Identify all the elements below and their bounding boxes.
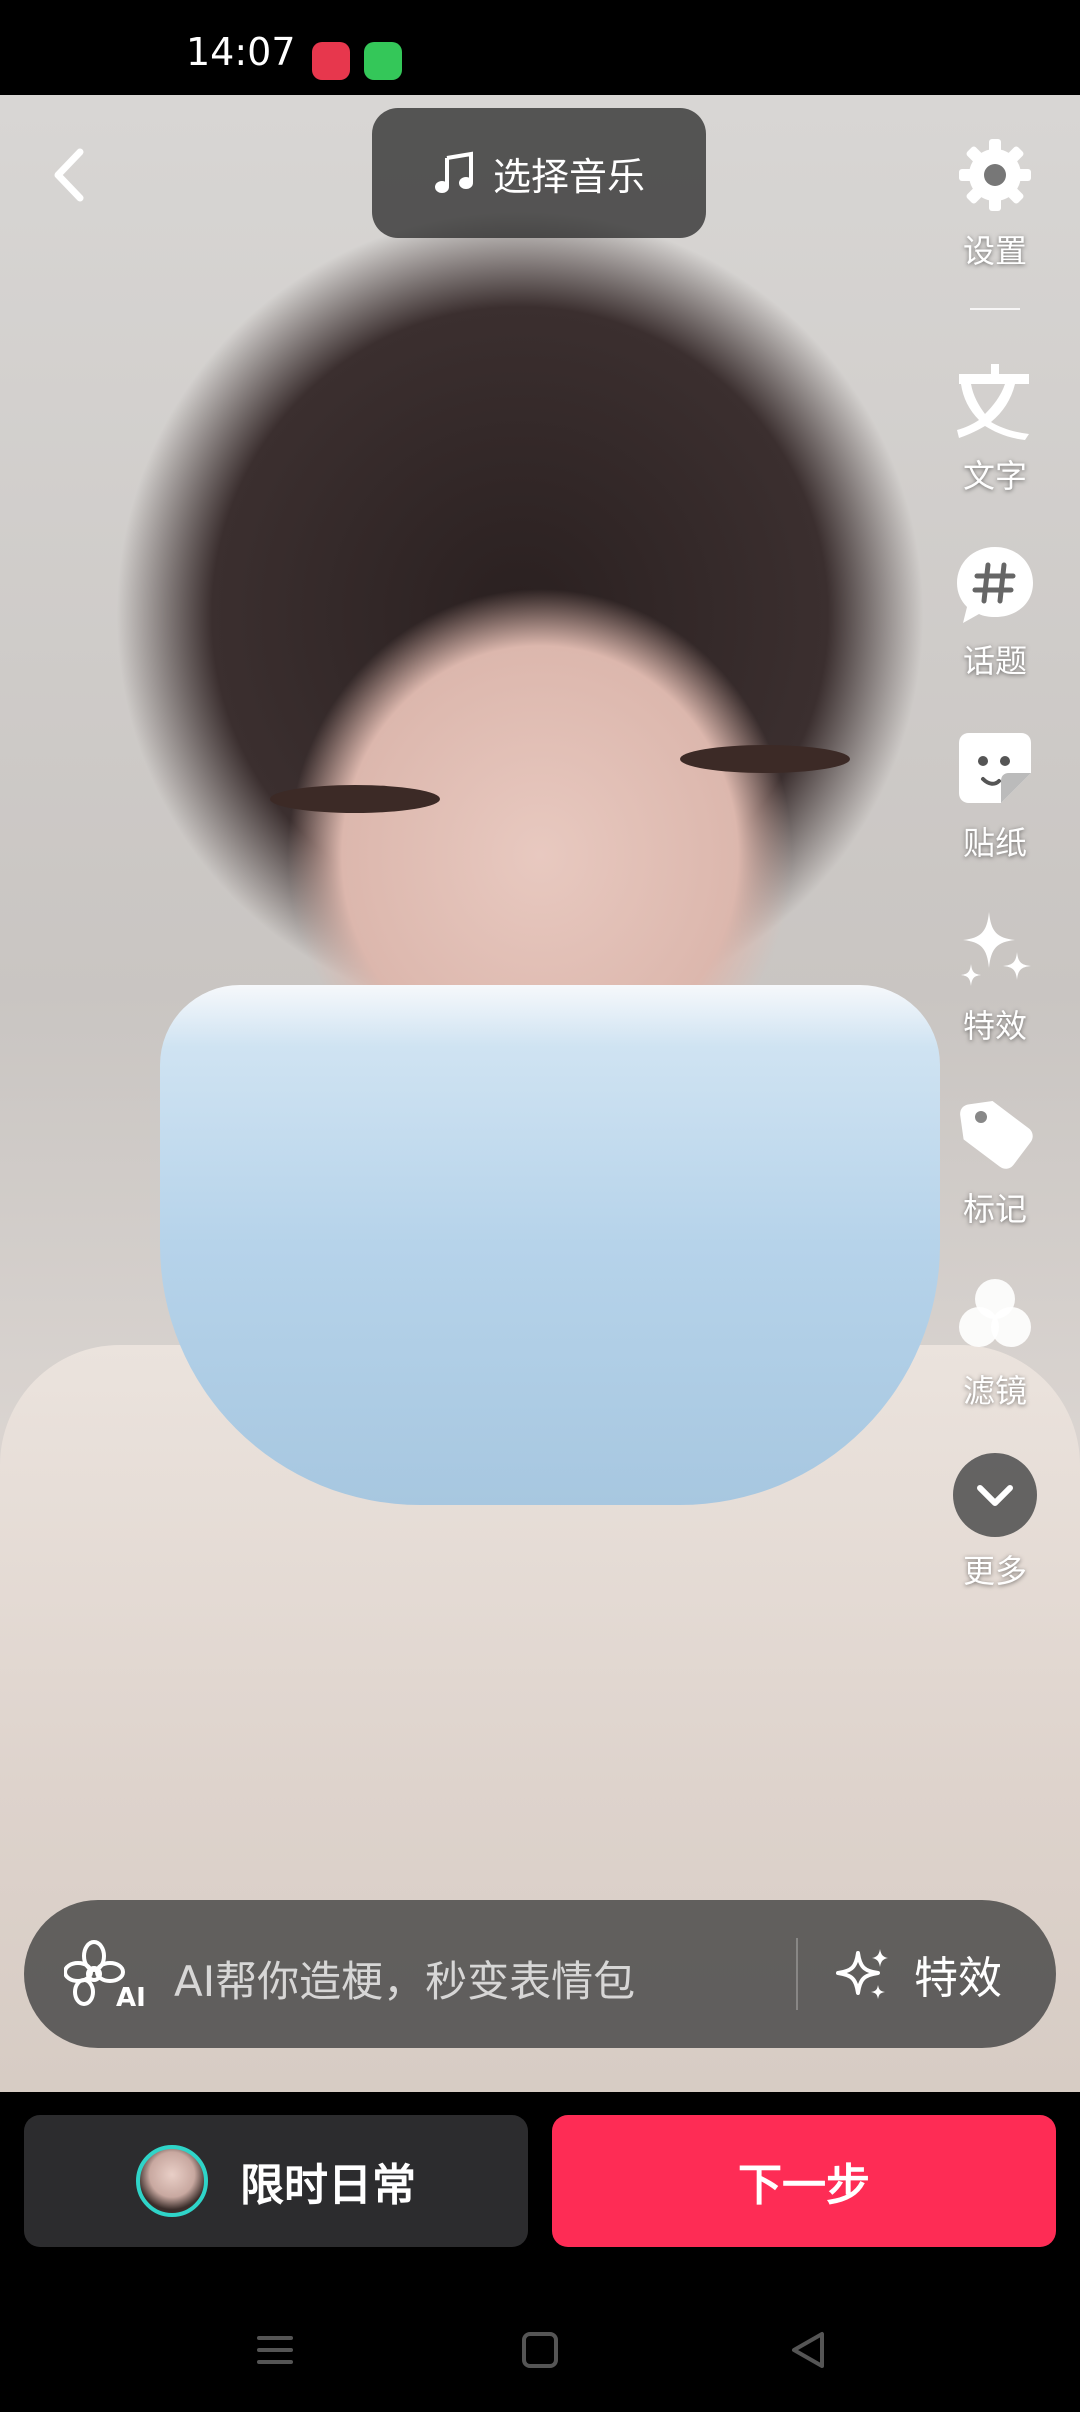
sticker-icon (940, 722, 1050, 812)
system-navigation-bar (0, 2280, 1080, 2412)
ai-meme-prompt[interactable]: AI帮你造梗，秒变表情包 (174, 1948, 635, 2009)
avatar (136, 2145, 208, 2217)
select-music-label: 选择音乐 (492, 154, 645, 199)
hashtag-icon (940, 540, 1050, 630)
select-music-button[interactable]: 选择音乐 (372, 108, 706, 238)
menu-icon[interactable] (245, 2320, 305, 2380)
next-step-button[interactable]: 下一步 (552, 2115, 1056, 2247)
sidebar-item-topic[interactable]: 话题 (940, 540, 1050, 682)
sidebar-label-tag: 标记 (962, 1190, 1027, 1228)
chevron-left-icon (54, 148, 84, 202)
chevron-down-icon (940, 1450, 1050, 1540)
sidebar-label-more: 更多 (962, 1552, 1027, 1590)
sidebar-item-filter[interactable]: 滤镜 (940, 1270, 1050, 1412)
sparkle-icon (836, 1949, 888, 1999)
next-step-label: 下一步 (738, 2160, 870, 2211)
ai-effects-button[interactable]: 特效 (834, 1928, 1002, 2020)
tag-icon (940, 1088, 1050, 1178)
filter-icon (940, 1270, 1050, 1360)
svg-text:AI: AI (116, 1983, 146, 2010)
sidebar-item-tag[interactable]: 标记 (940, 1088, 1050, 1230)
music-note-icon (434, 151, 473, 193)
ai-effects-label: 特效 (914, 1953, 1002, 2004)
sidebar-item-effects[interactable]: 特效 (940, 905, 1050, 1047)
ai-meme-bar[interactable]: AI AI帮你造梗，秒变表情包 特效 (24, 1900, 1056, 2048)
sparkle-icon (940, 905, 1050, 995)
sidebar-label-filter: 滤镜 (962, 1372, 1027, 1410)
sidebar-label-text: 文字 (962, 457, 1027, 495)
face-mask (160, 985, 940, 1505)
text-icon (940, 355, 1050, 445)
back-triangle-icon[interactable] (778, 2320, 838, 2380)
ai-bar-divider (796, 1938, 798, 2010)
app-notification-icon (312, 42, 350, 80)
video-preview (0, 95, 1080, 2092)
back-button[interactable] (40, 140, 100, 210)
face-eye-right (680, 745, 850, 773)
ai-flower-icon: AI (64, 1940, 146, 2010)
limited-daily-button[interactable]: 限时日常 (24, 2115, 528, 2247)
gear-icon (940, 130, 1050, 220)
sidebar-divider (970, 308, 1020, 310)
face-eye-left (270, 785, 440, 813)
status-bar: 14:07 (0, 0, 1080, 95)
message-notification-icon (364, 42, 402, 80)
sidebar-label-sticker: 贴纸 (962, 824, 1027, 862)
sidebar-item-text[interactable]: 文字 (940, 355, 1050, 497)
sidebar-label-effects: 特效 (962, 1007, 1027, 1045)
sidebar-item-sticker[interactable]: 贴纸 (940, 722, 1050, 864)
status-time: 14:07 (186, 30, 296, 74)
sidebar-label-settings: 设置 (962, 232, 1027, 270)
sidebar-item-settings[interactable]: 设置 (940, 130, 1050, 272)
limited-daily-label: 限时日常 (240, 2160, 416, 2211)
sidebar-label-topic: 话题 (962, 642, 1027, 680)
sidebar-item-more[interactable]: 更多 (940, 1450, 1050, 1592)
home-icon[interactable] (510, 2320, 570, 2380)
